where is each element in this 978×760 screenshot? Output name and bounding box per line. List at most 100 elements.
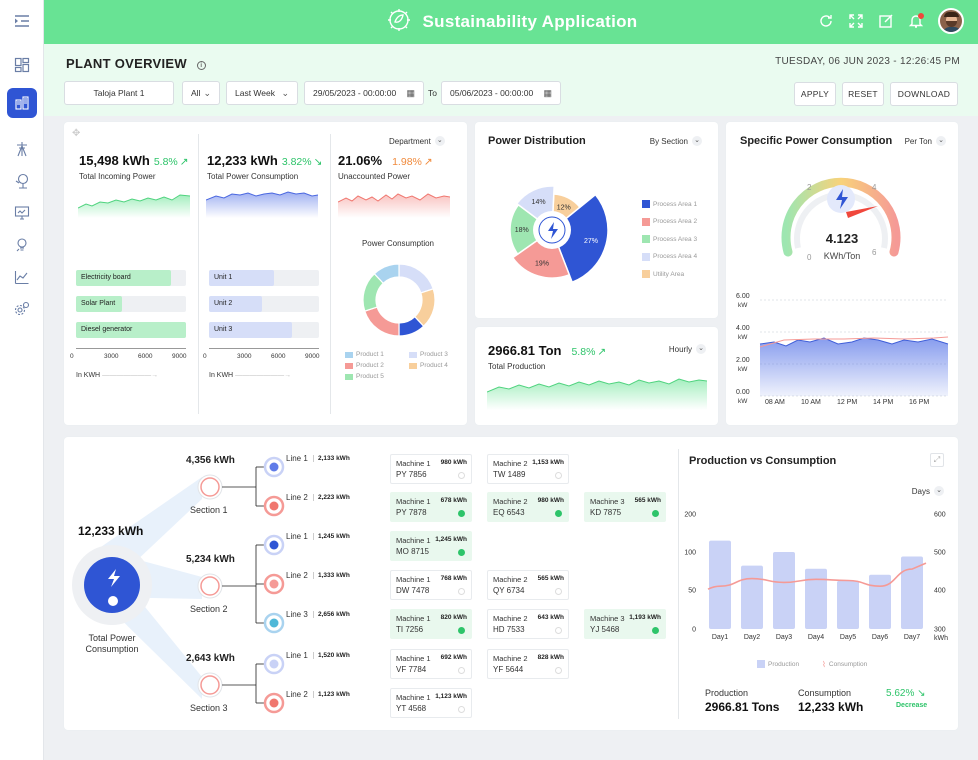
machine-status-dot bbox=[555, 588, 562, 595]
days-value: Days bbox=[911, 486, 930, 496]
app-header: Sustainability Application bbox=[44, 0, 978, 44]
machine-card[interactable]: Machine 2 YF 5644 828 kWh bbox=[487, 649, 569, 679]
trend-down-icon: ↘ bbox=[917, 688, 926, 699]
line-node-center bbox=[269, 501, 279, 511]
line-kwh: 1,520 kWh bbox=[313, 652, 350, 659]
by-section-select[interactable]: By Section ⌄ bbox=[650, 136, 702, 146]
spc-y-unit: kW bbox=[738, 366, 748, 373]
power-kpi-card: ✥ Department ⌄ 15,498 kWh 5.8% ↗ Total Inco… bbox=[64, 122, 467, 425]
machine-id: PY 7856 bbox=[396, 470, 427, 479]
power-consumption-legend-item: Product 4 bbox=[409, 362, 448, 369]
gauge-tick-label: 2 bbox=[807, 183, 812, 192]
apply-button[interactable]: APPLY bbox=[794, 82, 836, 106]
notification-icon[interactable] bbox=[908, 13, 924, 29]
fullscreen-icon[interactable] bbox=[848, 13, 864, 29]
incoming-sparkline bbox=[78, 194, 190, 218]
dashboard-icon[interactable] bbox=[9, 52, 35, 78]
trend-up-icon: ↗ bbox=[179, 156, 189, 168]
pvc-legend-consumption: ⌇ Consumption bbox=[822, 660, 867, 669]
machine-kwh: 768 kWh bbox=[440, 575, 467, 582]
chevron-down-icon: ⌄ bbox=[203, 87, 211, 98]
download-button[interactable]: DOWNLOAD bbox=[890, 82, 958, 106]
legend-swatch bbox=[642, 217, 650, 226]
power-consumption-donut bbox=[362, 263, 436, 337]
machine-kwh: 1,193 kWh bbox=[629, 614, 661, 621]
pie-slice-label: 19% bbox=[535, 261, 549, 268]
bar-label: Diesel generator bbox=[81, 326, 133, 333]
unaccounted-sparkline bbox=[338, 193, 450, 218]
info-icon[interactable]: i bbox=[196, 61, 206, 70]
line-label: Line 2 bbox=[286, 493, 308, 502]
machine-card[interactable]: Machine 1 PY 7856 980 kWh bbox=[390, 454, 472, 484]
y-right-tick: 500 bbox=[934, 550, 946, 557]
spc-y-tick: 0.00 bbox=[736, 389, 750, 396]
expand-icon[interactable]: ⤢ bbox=[930, 453, 944, 467]
machine-card[interactable]: Machine 1 TI 7256 820 kWh bbox=[390, 609, 472, 639]
machine-id: QY 6734 bbox=[493, 586, 525, 595]
y-left-tick: 100 bbox=[684, 550, 696, 557]
scope-select[interactable]: All ⌄ bbox=[182, 81, 220, 105]
incoming-pct: 5.8% bbox=[153, 156, 178, 168]
energy-tree-icon[interactable] bbox=[9, 168, 35, 194]
power-consumption-legend-item: Product 1 bbox=[345, 351, 384, 358]
machine-card[interactable]: Machine 1 DW 7478 768 kWh bbox=[390, 570, 472, 600]
production-value: 2966.81 Ton bbox=[488, 343, 562, 358]
machine-kwh: 565 kWh bbox=[537, 575, 564, 582]
monitor-icon[interactable] bbox=[9, 200, 35, 226]
drag-handle-icon[interactable]: ✥ bbox=[72, 128, 80, 139]
edit-icon[interactable] bbox=[878, 13, 894, 29]
app-title: Sustainability Application bbox=[422, 12, 638, 31]
machine-card[interactable]: Machine 3 KD 7875 565 kWh bbox=[584, 492, 666, 522]
period-select[interactable]: Last Week ⌄ bbox=[226, 81, 298, 105]
spc-value: 4.123 bbox=[825, 231, 859, 246]
unaccounted-kpi: 21.06% 1.98% ↗ Unaccounted Power bbox=[338, 152, 433, 181]
reset-button[interactable]: RESET bbox=[842, 82, 884, 106]
pvc-change-pct: 5.62% bbox=[886, 688, 915, 699]
total-power-label: Total Power Consumption bbox=[85, 633, 139, 654]
production-bar bbox=[837, 580, 859, 629]
days-select[interactable]: Days ⌄ bbox=[912, 486, 944, 496]
power-distribution-legend-item: Process Area 4 bbox=[642, 252, 697, 261]
machine-card[interactable]: Machine 2 QY 6734 565 kWh bbox=[487, 570, 569, 600]
machine-card[interactable]: Machine 2 TW 1489 1,153 kWh bbox=[487, 454, 569, 484]
machine-kwh: 678 kWh bbox=[440, 497, 467, 504]
machine-name: Machine 1 bbox=[396, 459, 431, 468]
date-to-input[interactable]: 05/06/2023 - 00:00:00 ▦ bbox=[441, 81, 561, 105]
spc-line-chart bbox=[759, 299, 949, 397]
hourly-select[interactable]: Hourly ⌄ bbox=[669, 344, 706, 354]
plant-overview-icon[interactable] bbox=[7, 88, 37, 118]
machine-card[interactable]: Machine 1 PY 7878 678 kWh bbox=[390, 492, 472, 522]
spc-x-tick: 10 AM bbox=[801, 399, 821, 406]
machine-name: Machine 1 bbox=[396, 654, 431, 663]
spc-title: Specific Power Consumption bbox=[740, 135, 893, 147]
pie-slice-label: 14% bbox=[532, 199, 546, 206]
unit-unit-label: In KWH ———————→ bbox=[209, 372, 292, 379]
date-from-input[interactable]: 29/05/2023 - 00:00:00 ▦ bbox=[304, 81, 424, 105]
legend-label: Process Area 3 bbox=[653, 235, 698, 243]
machine-status-dot bbox=[458, 588, 465, 595]
legend-label: Product 4 bbox=[420, 362, 448, 369]
per-ton-select[interactable]: Per Ton ⌄ bbox=[905, 136, 946, 146]
machine-card[interactable]: Machine 1 MO 8715 1,245 kWh bbox=[390, 531, 472, 561]
refresh-icon[interactable] bbox=[818, 13, 834, 29]
machine-card[interactable]: Machine 2 EQ 6543 980 kWh bbox=[487, 492, 569, 522]
production-sparkline bbox=[487, 378, 707, 410]
menu-toggle-icon[interactable] bbox=[9, 8, 35, 34]
plant-select[interactable]: Taloja Plant 1 bbox=[64, 81, 174, 105]
analytics-icon[interactable] bbox=[9, 264, 35, 290]
tower-icon[interactable] bbox=[9, 136, 35, 162]
consumption-pct: 3.82% bbox=[281, 156, 312, 168]
machine-name: Machine 3 bbox=[590, 497, 625, 506]
machine-card[interactable]: Machine 1 VF 7784 692 kWh bbox=[390, 649, 472, 679]
machine-card[interactable]: Machine 1 YT 4568 1,123 kWh bbox=[390, 688, 472, 718]
chevron-down-icon: ⌄ bbox=[936, 136, 946, 146]
lightbulb-icon[interactable] bbox=[9, 232, 35, 258]
machine-card[interactable]: Machine 2 HD 7533 643 kWh bbox=[487, 609, 569, 639]
settings-icon[interactable] bbox=[9, 296, 35, 322]
bar-label: Unit 2 bbox=[214, 300, 233, 307]
line-kwh: 2,133 kWh bbox=[313, 455, 350, 462]
machine-id: YJ 5468 bbox=[590, 625, 620, 634]
machine-card[interactable]: Machine 3 YJ 5468 1,193 kWh bbox=[584, 609, 666, 639]
user-avatar[interactable] bbox=[938, 8, 964, 34]
department-select[interactable]: Department ⌄ bbox=[389, 136, 445, 146]
